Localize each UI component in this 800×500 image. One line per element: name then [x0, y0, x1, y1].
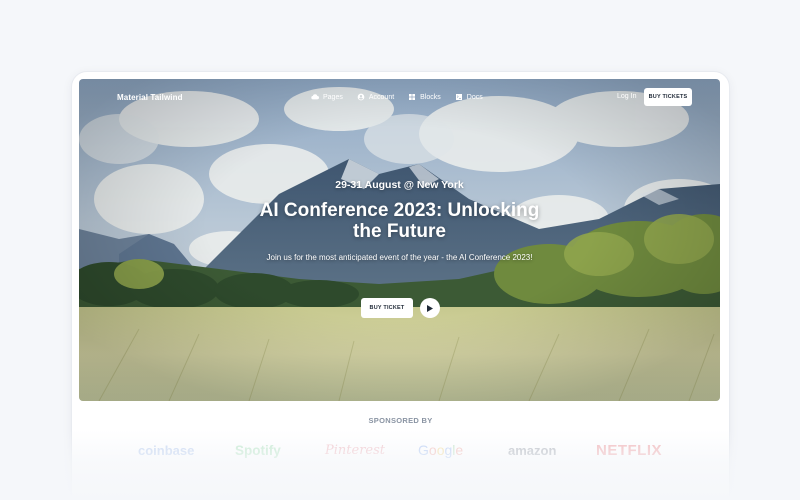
- nav-item-blocks[interactable]: Blocks: [408, 93, 441, 101]
- netflix-logo: NETFLIX: [596, 441, 662, 459]
- buy-tickets-button[interactable]: BUY TICKETS: [644, 88, 692, 106]
- brand-logo[interactable]: Material Tailwind: [117, 93, 183, 102]
- user-circle-icon: [357, 93, 365, 101]
- sponsored-heading: SPONSORED BY: [368, 416, 433, 425]
- nav-item-label: Blocks: [420, 93, 441, 101]
- hero-subtitle: Join us for the most anticipated event o…: [266, 253, 533, 262]
- sponsor-logos: coinbase Spotify Pinterest Google amazon…: [0, 438, 800, 462]
- nav-item-label: Pages: [323, 93, 343, 101]
- pinterest-logo: Pinterest: [325, 442, 385, 458]
- grid-icon: [409, 94, 416, 100]
- nav-item-account[interactable]: Account: [357, 93, 394, 101]
- nav-item-label: Account: [368, 93, 395, 101]
- play-icon: [427, 304, 433, 312]
- spotify-logo: Spotify: [235, 442, 281, 458]
- buy-ticket-button[interactable]: BUY TICKET: [361, 298, 413, 318]
- play-video-button[interactable]: [420, 298, 440, 318]
- nav-item-label: Docs: [466, 93, 483, 101]
- nav-item-pages[interactable]: Pages: [311, 93, 343, 101]
- page: Material Tailwind Pages Account Blocks D…: [0, 0, 800, 500]
- hero-section: Material Tailwind Pages Account Blocks D…: [79, 79, 720, 401]
- nav-item-docs[interactable]: Docs: [455, 93, 483, 101]
- main-nav: Pages Account Blocks Docs: [311, 93, 483, 101]
- coinbase-logo: coinbase: [138, 442, 195, 458]
- terminal-icon: [455, 94, 462, 100]
- amazon-logo: amazon: [508, 442, 557, 458]
- hero-title: AI Conference 2023: Unlocking the Future: [259, 200, 540, 242]
- google-logo: Google: [418, 442, 464, 458]
- login-link[interactable]: Log In: [617, 93, 636, 100]
- cloud-icon: [311, 94, 319, 100]
- event-date: 29-31 August @ New York: [335, 179, 464, 191]
